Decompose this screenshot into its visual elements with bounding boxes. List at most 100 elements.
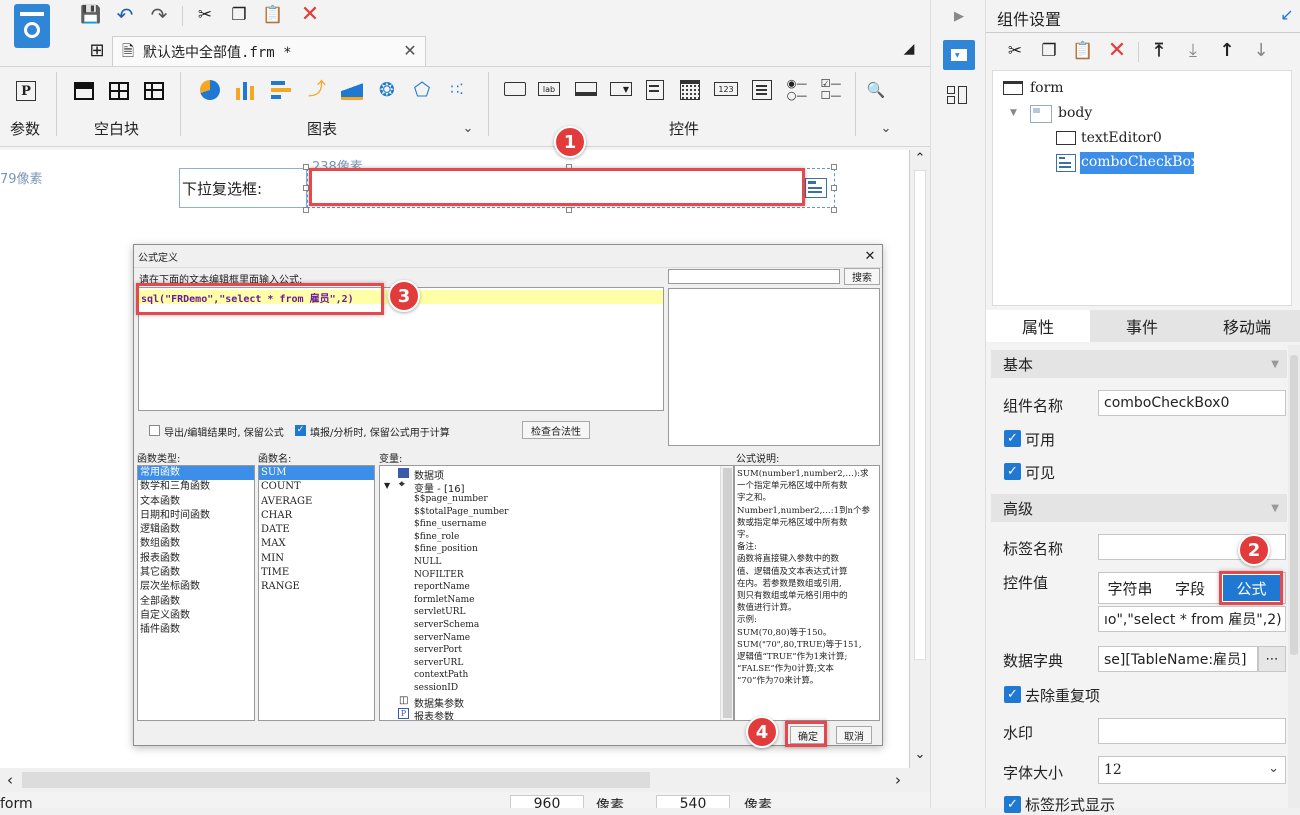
layout-tab-icon[interactable] [947, 86, 969, 106]
visible-checkbox[interactable]: ✓ [1004, 463, 1021, 480]
tab-block-icon[interactable] [144, 82, 164, 100]
list-item[interactable]: MIN [259, 552, 374, 566]
data-dict-input[interactable]: se][TableName:雇员] [1098, 646, 1258, 672]
list-item[interactable]: 数组函数 [138, 537, 254, 551]
move-down-icon[interactable]: ↓ [1250, 40, 1272, 62]
section-basic[interactable]: 基本 ▼ [991, 350, 1287, 378]
section-advanced[interactable]: 高级 ▼ [991, 494, 1287, 522]
collapse-arrow-icon[interactable]: ▶ [949, 6, 969, 26]
resize-handle[interactable] [566, 207, 572, 213]
chevron-up-icon[interactable]: ⌃ [912, 150, 928, 166]
save-icon[interactable]: 💾 [80, 4, 102, 26]
variables-tree[interactable]: 数据项 ▼ ⌖ 变量 - [16] $$page_number $$totalP… [379, 465, 734, 721]
resize-handle[interactable] [831, 164, 837, 170]
component-settings-tab-icon[interactable]: ▼ [943, 40, 975, 70]
list-item[interactable]: $$page_number [414, 493, 508, 506]
list-item[interactable]: 数学和三角函数 [138, 480, 254, 494]
tree-expand-icon[interactable]: ▼ [384, 481, 390, 490]
list-item[interactable]: $$totalPage_number [414, 506, 508, 519]
paste-icon[interactable]: 📋 [262, 4, 284, 26]
tree-node-text-editor[interactable]: textEditor0 [1081, 130, 1162, 146]
checkbox-group-widget-icon[interactable]: ☑— ☐— [820, 77, 842, 101]
tree-expand-icon[interactable]: ▼ [1010, 108, 1017, 118]
list-item[interactable]: serverPort [414, 644, 508, 657]
list-item[interactable]: sessionID [414, 682, 508, 695]
value-type-field[interactable]: 字段 [1162, 574, 1218, 602]
canvas-height-input[interactable]: 540 [656, 795, 730, 808]
resize-handle[interactable] [303, 207, 309, 213]
resize-handle[interactable] [831, 185, 837, 191]
list-item[interactable]: 逻辑函数 [138, 523, 254, 537]
list-item[interactable]: serverURL [414, 657, 508, 670]
cut-icon[interactable]: ✂ [194, 4, 216, 26]
chevron-down-icon[interactable]: ⌄ [460, 120, 476, 136]
canvas-hscrollbar[interactable]: ‹ › [0, 768, 930, 792]
line-chart-icon[interactable]: ⤴ [306, 80, 328, 100]
scatter-chart-icon[interactable]: ∷⁚ [446, 80, 468, 100]
resize-handle[interactable] [831, 207, 837, 213]
copy-icon[interactable]: ❐ [1038, 40, 1060, 62]
list-item[interactable]: 文本函数 [138, 495, 254, 509]
list-item[interactable]: reportName [414, 581, 508, 594]
list-item[interactable]: $fine_username [414, 518, 508, 531]
list-item[interactable]: 日期和时间函数 [138, 509, 254, 523]
chevron-right-icon[interactable]: › [890, 772, 906, 788]
list-item[interactable]: AVERAGE [259, 495, 374, 509]
tab-menu-icon[interactable]: ◢ [900, 40, 918, 58]
list-item[interactable]: serverName [414, 632, 508, 645]
list-item[interactable]: $fine_position [414, 543, 508, 556]
search-results-panel[interactable] [668, 288, 880, 446]
cut-icon[interactable]: ✂ [1004, 40, 1026, 62]
list-item[interactable]: NOFILTER [414, 569, 508, 582]
font-size-select[interactable]: 12 ⌄ [1098, 756, 1286, 784]
list-item[interactable]: RANGE [259, 580, 374, 594]
list-item[interactable]: SUM [259, 466, 374, 481]
canvas-vscrollbar[interactable]: ⌃ ⌄ [910, 150, 930, 768]
tree-node-form[interactable]: form [1030, 80, 1064, 96]
search-widget-icon[interactable]: 🔍 [866, 80, 886, 100]
gauge-chart-icon[interactable]: ❂ [376, 80, 398, 100]
area-chart-icon[interactable] [341, 82, 363, 100]
chevron-down-icon[interactable]: ⌄ [878, 120, 894, 136]
label-display-checkbox[interactable]: ✓ [1004, 796, 1021, 813]
tab-events[interactable]: 事件 [1090, 310, 1194, 342]
tree-node-combo-check-box[interactable]: comboCheckBox0 [1081, 154, 1208, 170]
dropdown-widget-icon[interactable]: ▼ [610, 82, 632, 96]
list-item[interactable]: DATE [259, 523, 374, 537]
function-search-input[interactable] [668, 269, 840, 284]
list-item[interactable]: $fine_role [414, 531, 508, 544]
button-widget-icon[interactable] [504, 82, 526, 96]
label-widget-icon[interactable]: lab [538, 82, 560, 96]
pin-icon[interactable]: ↙ [1278, 6, 1296, 24]
list-item[interactable]: NULL [414, 556, 508, 569]
split-block-icon[interactable] [109, 82, 129, 100]
chevron-left-icon[interactable]: ‹ [2, 772, 18, 788]
list-item[interactable]: 报表函数 [138, 552, 254, 566]
hscroll-thumb[interactable] [22, 772, 650, 788]
list-item[interactable]: 自定义函数 [138, 609, 254, 623]
variables-scrollbar[interactable] [720, 466, 733, 720]
move-bottom-icon[interactable]: ⤓ [1182, 40, 1204, 62]
combo-check-box-icon[interactable] [805, 178, 827, 198]
control-value-input[interactable]: ıo","select * from 雇员",2) [1098, 606, 1286, 632]
copy-icon[interactable]: ❐ [228, 4, 250, 26]
pie-chart-icon[interactable] [200, 80, 220, 100]
enabled-checkbox[interactable]: ✓ [1004, 430, 1021, 447]
dedupe-checkbox[interactable]: ✓ [1004, 686, 1021, 703]
list-widget-icon[interactable] [646, 80, 664, 100]
data-dict-ellipsis-button[interactable]: ⋯ [1258, 646, 1286, 672]
list-item[interactable]: serverSchema [414, 619, 508, 632]
value-type-string[interactable]: 字符串 [1100, 574, 1160, 602]
paste-icon[interactable]: 📋 [1072, 40, 1094, 62]
component-name-input[interactable]: comboCheckBox0 [1098, 390, 1286, 416]
horizontal-bar-chart-icon[interactable] [271, 80, 293, 100]
chevron-down-icon[interactable]: ⌄ [912, 746, 928, 762]
list-item[interactable]: MAX [259, 537, 374, 551]
tab-properties[interactable]: 属性 [986, 310, 1090, 342]
tab-mobile[interactable]: 移动端 [1194, 310, 1300, 342]
function-types-list[interactable]: 常用函数 数学和三角函数 文本函数 日期和时间函数 逻辑函数 数组函数 报表函数… [137, 465, 255, 721]
delete-icon[interactable]: ✕ [298, 3, 322, 27]
list-item[interactable]: 层次坐标函数 [138, 580, 254, 594]
redo-icon[interactable]: ↷ [148, 4, 170, 26]
canvas-width-input[interactable]: 960 [510, 795, 584, 808]
